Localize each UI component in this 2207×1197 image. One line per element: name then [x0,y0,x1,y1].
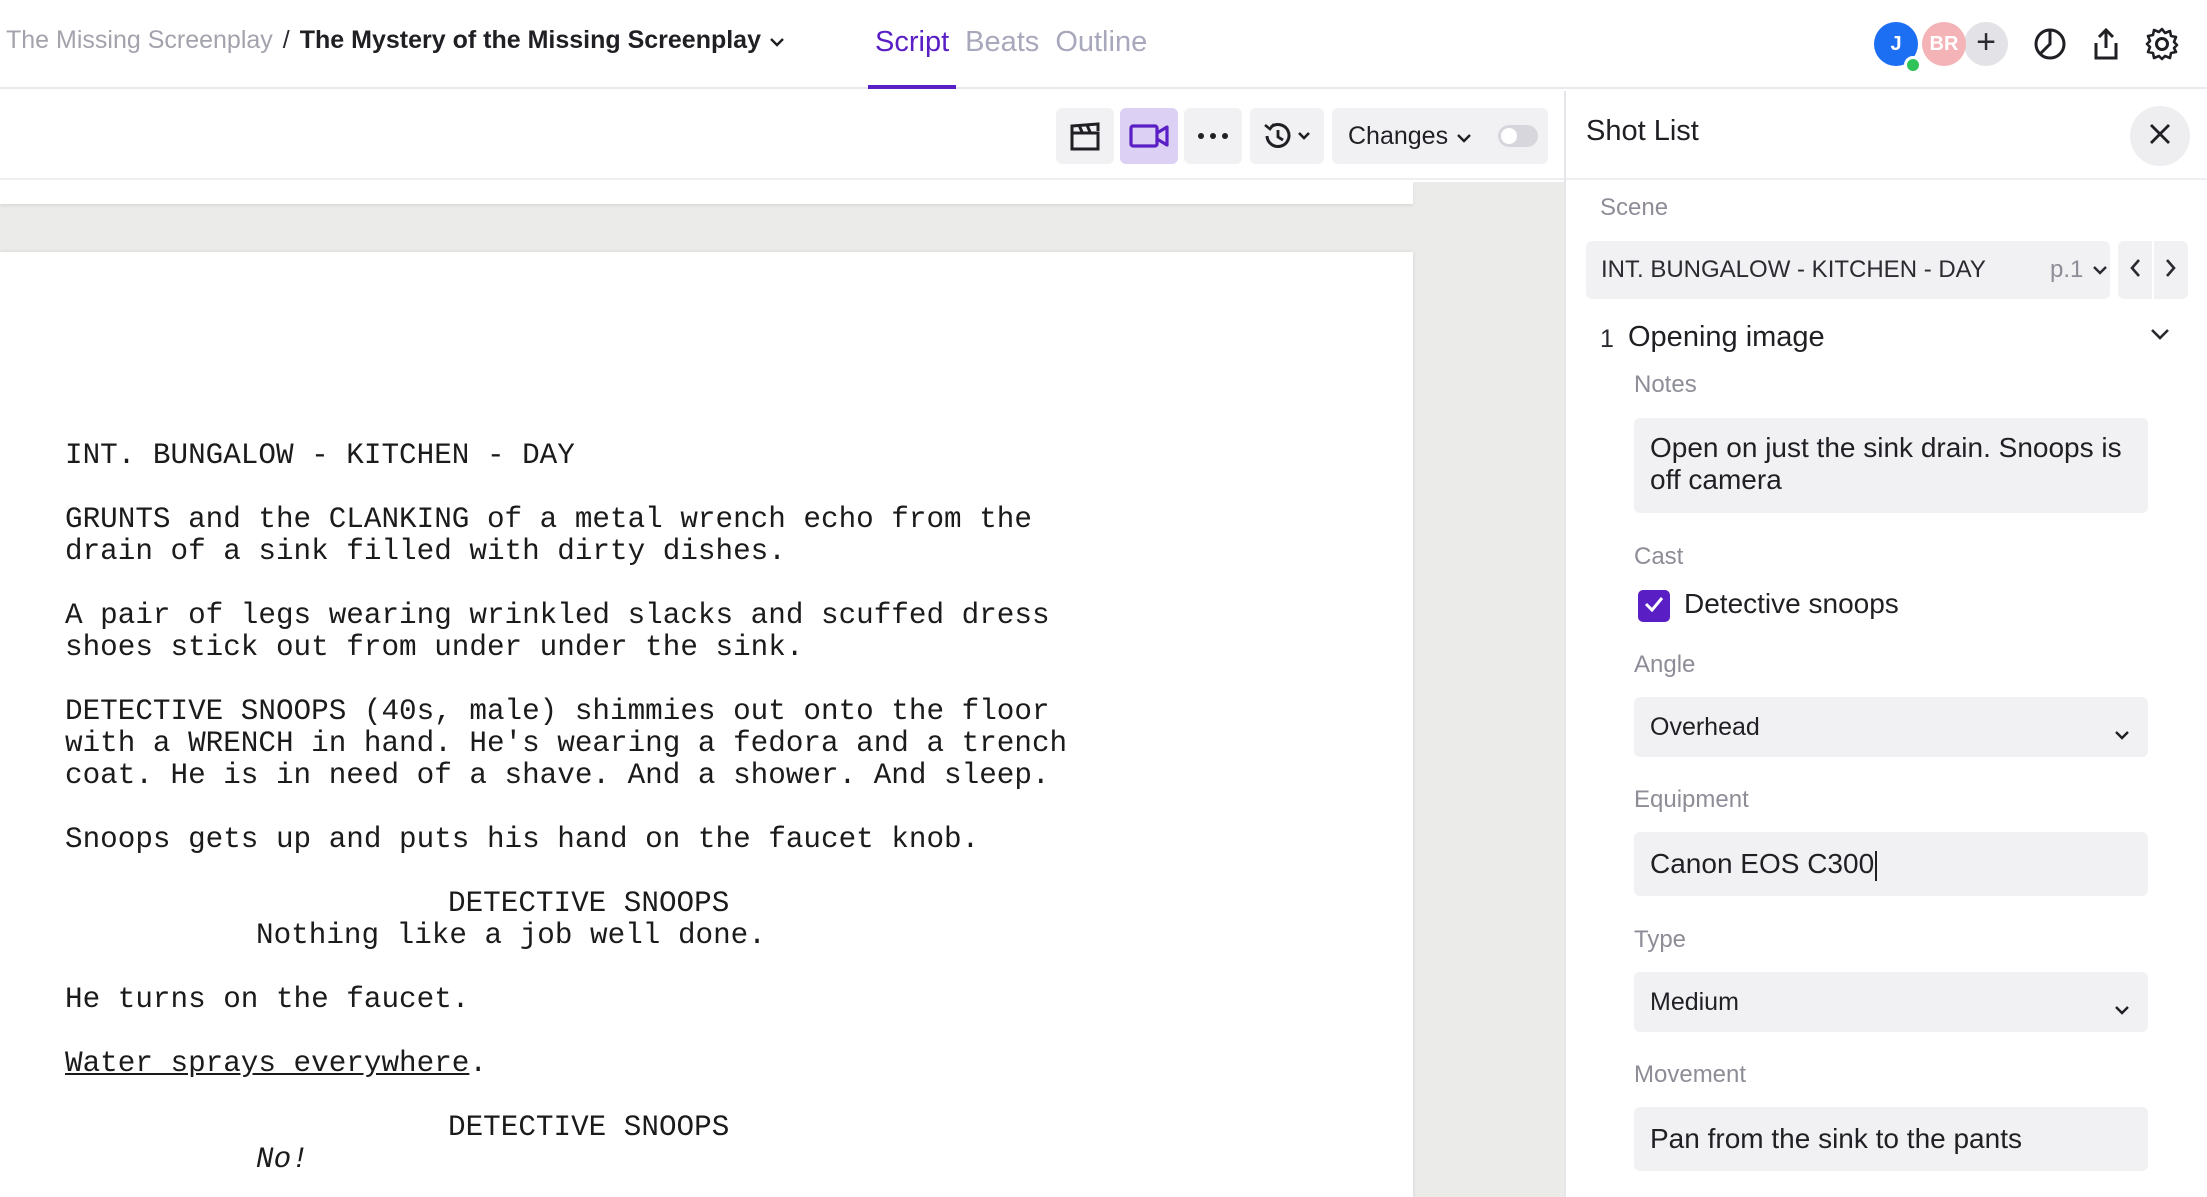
previous-scene-button[interactable] [2118,241,2152,299]
chevron-down-icon[interactable] [2150,327,2170,346]
breadcrumb: The Missing Screenplay / The Mystery of … [6,26,785,55]
action-line[interactable]: GRUNTS and the CLANKING of a metal wrenc… [65,504,1032,536]
action-line[interactable]: DETECTIVE SNOOPS (40s, male) shimmies ou… [65,696,1050,728]
changes-toggle[interactable] [1498,125,1539,147]
panel-title: Shot List [1586,115,1699,147]
action-line[interactable]: shoes stick out from under under the sin… [65,632,803,664]
type-select[interactable]: Medium [1634,972,2148,1032]
close-icon [2148,122,2172,151]
action-line[interactable]: with a WRENCH in hand. He's wearing a fe… [65,728,1067,760]
breadcrumb-separator: / [282,26,290,54]
action-line[interactable]: Snoops gets up and puts his hand on the … [65,824,979,856]
clapperboard-icon[interactable] [1056,108,1114,164]
checkmark-icon [1644,596,1664,617]
changes-label: Changes [1348,121,1449,150]
script-canvas[interactable]: INT. BUNGALOW - KITCHEN - DAY GRUNTS and… [0,182,1564,1197]
chevron-down-icon [2092,263,2108,281]
script-page[interactable]: INT. BUNGALOW - KITCHEN - DAY GRUNTS and… [0,252,1413,1197]
settings-gear-icon[interactable] [2144,26,2180,62]
video-camera-icon[interactable] [1120,108,1178,164]
notes-label: Notes [1634,371,1697,398]
chevron-left-icon [2129,258,2141,283]
tab-outline[interactable]: Outline [1048,0,1154,89]
collaborators: J BR + [1874,22,2008,74]
scene-label: Scene [1600,194,1669,221]
character-name[interactable]: DETECTIVE SNOOPS [448,1112,729,1144]
dialogue-line[interactable]: Nothing like a job well done. [256,920,766,952]
view-tabs: Script Beats Outline [868,0,1156,89]
underlined-text: Water sprays everywhere [65,1047,470,1080]
equipment-label: Equipment [1634,786,1749,813]
chevron-down-icon [2114,994,2130,1023]
shot-number: 1 [1600,325,1614,353]
character-name[interactable]: DETECTIVE SNOOPS [448,888,729,920]
cast-member-name[interactable]: Detective snoops [1684,588,1899,620]
breadcrumb-project-link[interactable]: The Missing Screenplay [6,26,273,55]
script-toolbar: Changes [0,91,1564,180]
cast-checkbox[interactable] [1638,590,1670,622]
online-status-dot [1904,56,1922,74]
chevron-down-icon [2114,719,2130,748]
notes-field[interactable]: Open on just the sink drain. Snoops is o… [1634,418,2148,513]
action-line[interactable]: Water sprays everywhere. [65,1048,487,1080]
chevron-down-icon [1456,122,1472,151]
equipment-value: Canon EOS C300 [1650,848,1875,879]
action-line[interactable]: coat. He is in need of a shave. And a sh… [65,760,1050,792]
top-bar: The Missing Screenplay / The Mystery of … [0,0,2207,89]
shot-list-panel: Shot List Scene INT. BUNGALOW - KITCHEN … [1564,91,2207,1197]
movement-field[interactable]: Pan from the sink to the pants [1634,1107,2148,1171]
movement-label: Movement [1634,1061,1747,1088]
next-scene-button[interactable] [2154,241,2188,299]
chevron-right-icon [2165,258,2177,283]
changes-dropdown[interactable]: Changes [1332,108,1548,164]
chevron-down-icon[interactable] [769,26,785,55]
scene-select[interactable]: INT. BUNGALOW - KITCHEN - DAY p.1 [1586,241,2110,299]
stopwatch-icon[interactable] [2032,26,2068,62]
close-panel-button[interactable] [2130,106,2190,166]
type-label: Type [1634,926,1687,953]
punctuation: . [469,1047,487,1080]
action-line[interactable]: A pair of legs wearing wrinkled slacks a… [65,600,1050,632]
divider [1566,178,2207,180]
avatar[interactable]: BR [1922,22,1966,66]
breadcrumb-document-title[interactable]: The Mystery of the Missing Screenplay [300,26,761,55]
previous-page-edge [0,182,1413,204]
text-cursor [1875,850,1878,881]
dialogue-line[interactable]: No! [256,1144,309,1176]
tab-script[interactable]: Script [868,0,957,89]
history-icon[interactable] [1250,108,1324,164]
angle-select-value: Overhead [1650,713,1760,741]
action-line[interactable]: drain of a sink filled with dirty dishes… [65,536,786,568]
share-icon[interactable] [2088,26,2124,62]
scene-page-number: p.1 [2050,256,2084,283]
more-horizontal-icon[interactable] [1184,108,1242,164]
scene-select-value: INT. BUNGALOW - KITCHEN - DAY [1601,256,1986,283]
angle-label: Angle [1634,651,1696,678]
shot-title[interactable]: Opening image [1628,321,1825,354]
equipment-field[interactable]: Canon EOS C300 [1634,832,2148,896]
angle-select[interactable]: Overhead [1634,697,2148,757]
action-line[interactable]: He turns on the faucet. [65,984,469,1016]
cast-label: Cast [1634,543,1684,570]
tab-beats[interactable]: Beats [958,0,1046,89]
scene-heading[interactable]: INT. BUNGALOW - KITCHEN - DAY [65,440,575,472]
type-select-value: Medium [1650,988,1739,1016]
add-collaborator-icon[interactable]: + [1964,22,2008,66]
